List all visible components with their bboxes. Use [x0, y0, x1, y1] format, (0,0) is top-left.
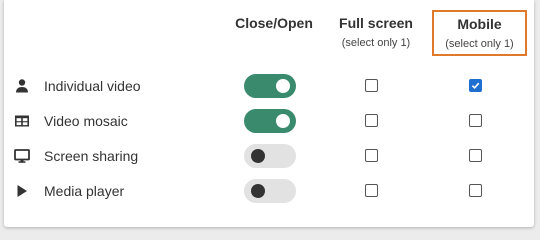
row-label: Media player — [44, 183, 125, 199]
open-toggle[interactable] — [244, 144, 296, 168]
monitor-icon — [14, 148, 30, 164]
column-title: Mobile — [457, 16, 502, 32]
row-screen-sharing: Screen sharing — [4, 139, 534, 173]
column-subtitle: (select only 1) — [341, 37, 411, 49]
full-screen-checkbox[interactable] — [365, 149, 378, 162]
full-screen-checkbox[interactable] — [365, 184, 378, 197]
row-label: Screen sharing — [44, 148, 139, 164]
mobile-checkbox[interactable] — [469, 149, 482, 162]
open-toggle[interactable] — [244, 74, 296, 98]
column-header-full-screen: Full screen (select only 1) — [326, 15, 426, 49]
full-screen-checkbox[interactable] — [365, 114, 378, 127]
full-screen-checkbox[interactable] — [365, 79, 378, 92]
person-icon — [14, 78, 30, 94]
open-toggle[interactable] — [244, 109, 296, 133]
toggle-knob — [276, 79, 290, 93]
play-icon — [14, 183, 30, 199]
row-individual-video: Individual video — [4, 69, 534, 103]
row-label: Individual video — [44, 78, 141, 94]
row-label: Video mosaic — [44, 113, 128, 129]
row-video-mosaic: Video mosaic — [4, 104, 534, 138]
column-title: Close/Open — [235, 15, 313, 31]
open-toggle[interactable] — [244, 179, 296, 203]
toggle-knob — [251, 184, 265, 198]
mobile-checkbox[interactable] — [469, 184, 482, 197]
layout-settings-panel: Close/Open Full screen (select only 1) M… — [4, 0, 534, 227]
row-media-player: Media player — [4, 174, 534, 208]
column-title: Full screen — [339, 15, 413, 31]
column-header-mobile: Mobile (select only 1) — [432, 10, 527, 56]
toggle-knob — [276, 114, 290, 128]
mobile-checkbox[interactable] — [469, 79, 482, 92]
toggle-knob — [251, 149, 265, 163]
column-header-close-open: Close/Open — [224, 15, 324, 31]
column-subtitle: (select only 1) — [445, 38, 514, 50]
mobile-checkbox[interactable] — [469, 114, 482, 127]
grid-icon — [14, 113, 30, 129]
